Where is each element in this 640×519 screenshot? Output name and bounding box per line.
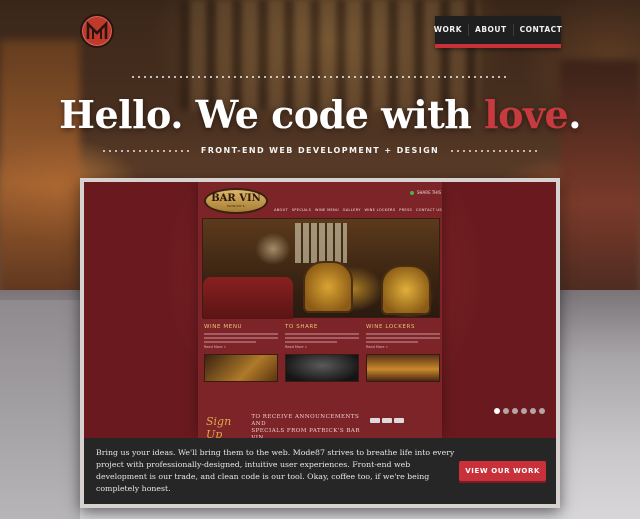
read-more-link: Read More » <box>285 345 307 349</box>
signup-text-line-1: TO RECEIVE ANNOUNCEMENTS AND <box>251 414 360 427</box>
slider-pagination <box>494 408 545 414</box>
bar-vin-hero-photo <box>202 218 440 319</box>
bar-vin-nav-item: ABOUT <box>274 208 289 212</box>
hero-subheadline: FRONT-END WEB DEVELOPMENT + DESIGN <box>200 146 440 155</box>
read-more-link: Read More » <box>366 345 388 349</box>
read-more-link: Read More » <box>204 345 226 349</box>
nav-contact-link[interactable]: CONTACT <box>512 24 569 36</box>
dotted-rule-right <box>449 149 540 152</box>
photo-gold-chair <box>303 261 353 313</box>
feature-column: WINE MENU Read More » <box>204 324 278 382</box>
photo-window <box>295 223 347 263</box>
text-line <box>366 341 418 343</box>
feature-thumbnail <box>204 354 278 382</box>
feature-column: WINE LOCKERS Read More » <box>366 324 440 382</box>
text-line <box>204 341 256 343</box>
feature-thumbnail <box>366 354 440 382</box>
nav-about-link[interactable]: ABOUT <box>468 24 513 36</box>
bar-vin-nav-item: WINE LOCKERS <box>364 208 396 212</box>
bar-vin-share: SHARE THIS <box>410 190 441 195</box>
bar-vin-nav-item: WINE MENU <box>314 208 339 212</box>
share-icon <box>410 190 414 195</box>
view-our-work-button[interactable]: VIEW OUR WORK <box>459 461 546 481</box>
feature-column-title: TO SHARE <box>285 324 318 330</box>
dotted-divider-top <box>130 76 510 78</box>
bar-vin-nav-item: PRESS <box>399 208 413 212</box>
site-logo[interactable] <box>80 14 114 48</box>
bar-vin-logo: BAR VIN PATRICK'S <box>204 188 268 214</box>
showcase-caption-text: Bring us your ideas. We'll bring them to… <box>96 448 455 493</box>
bar-vin-nav-item: SPECIALS <box>291 208 312 212</box>
bar-vin-social-buttons <box>370 418 404 423</box>
photo-red-sofa <box>203 277 293 319</box>
photo-gold-chair <box>381 265 431 315</box>
feature-column: TO SHARE Read More » <box>285 324 359 382</box>
signup-text: TO RECEIVE ANNOUNCEMENTS AND SPECIALS FR… <box>251 414 366 438</box>
headline-main: Hello. We code with <box>59 92 485 137</box>
bar-vin-nav-item: CONTACT US <box>415 208 442 212</box>
feature-thumbnail <box>285 354 359 382</box>
text-line <box>366 337 440 339</box>
signup-text-line-2: SPECIALS FROM PATRICK'S BAR VIN <box>251 428 361 438</box>
feature-column-title: WINE LOCKERS <box>366 324 416 330</box>
bar-vin-share-label: SHARE THIS <box>417 190 442 195</box>
text-line <box>204 333 278 335</box>
bar-vin-feature-columns: WINE MENU Read More » TO SHARE Read More… <box>204 324 440 382</box>
text-line <box>285 333 359 335</box>
text-line <box>204 337 278 339</box>
headline-period: . <box>568 92 581 137</box>
slider-dot[interactable] <box>512 408 518 414</box>
bar-vin-signup: Sign Up TO RECEIVE ANNOUNCEMENTS AND SPE… <box>206 414 366 438</box>
bar-vin-logo-subtext: PATRICK'S <box>227 204 245 208</box>
slider-dot[interactable] <box>494 408 500 414</box>
showcase-caption-bar: Bring us your ideas. We'll bring them to… <box>84 438 556 504</box>
text-line <box>285 337 359 339</box>
slider-dot[interactable] <box>539 408 545 414</box>
bar-vin-logo-text: BAR VIN <box>211 193 261 204</box>
background-left-lamp <box>0 40 80 300</box>
m87-monogram-icon <box>86 20 108 39</box>
slider-dot[interactable] <box>530 408 536 414</box>
portfolio-showcase: BAR VIN PATRICK'S SHARE THIS ABOUT SPECI… <box>80 178 560 508</box>
dotted-rule-left <box>100 149 191 152</box>
slider-dot[interactable] <box>521 408 527 414</box>
bar-vin-nav-item: GALLERY <box>342 208 361 212</box>
text-line <box>366 333 440 335</box>
bar-vin-nav: ABOUT SPECIALS WINE MENU GALLERY WINE LO… <box>274 208 442 212</box>
text-line <box>285 341 337 343</box>
slider-dot[interactable] <box>503 408 509 414</box>
hero-subheadline-row: FRONT-END WEB DEVELOPMENT + DESIGN <box>0 146 640 155</box>
nav-work-link[interactable]: WORK <box>428 24 468 36</box>
hero-headline: Hello. We code with love. <box>0 92 640 137</box>
signup-script: Sign Up <box>206 415 232 438</box>
social-button <box>370 418 380 423</box>
social-button <box>382 418 392 423</box>
main-nav: WORK ABOUT CONTACT <box>434 16 562 48</box>
portfolio-screenshot[interactable]: BAR VIN PATRICK'S SHARE THIS ABOUT SPECI… <box>84 182 556 438</box>
feature-column-title: WINE MENU <box>204 324 243 330</box>
background-floor-left <box>0 300 80 519</box>
social-button <box>394 418 404 423</box>
headline-accent-word: love <box>484 92 569 137</box>
